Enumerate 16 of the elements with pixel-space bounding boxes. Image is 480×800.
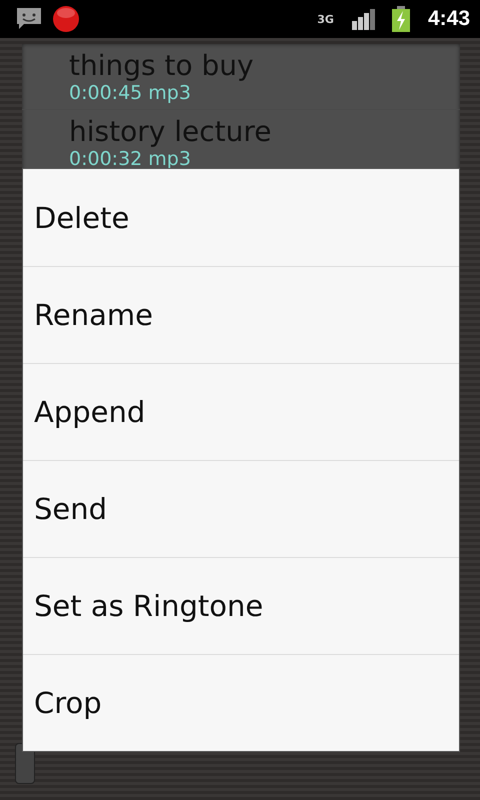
signal-icon: [352, 8, 376, 30]
recording-details: 0:00:32 mp3: [69, 148, 192, 170]
battery-charging-icon: [392, 6, 410, 32]
chat-bubble-icon: [16, 7, 42, 31]
menu-item[interactable]: Set as Ringtone: [23, 557, 459, 654]
recording-title: history lecture: [69, 116, 272, 148]
network-type: 3G: [317, 12, 334, 26]
recording-title: things to buy: [69, 50, 255, 82]
menu-item[interactable]: Crop: [23, 654, 459, 751]
recording-item[interactable]: things to buy 0:00:45 mp3: [22, 44, 460, 110]
menu-item[interactable]: Append: [23, 363, 459, 460]
clock: 4:43: [428, 7, 470, 31]
menu-item[interactable]: Rename: [23, 266, 459, 363]
recording-details: 0:00:45 mp3: [69, 82, 192, 104]
menu-item[interactable]: Send: [23, 460, 459, 557]
record-icon: [52, 5, 80, 33]
